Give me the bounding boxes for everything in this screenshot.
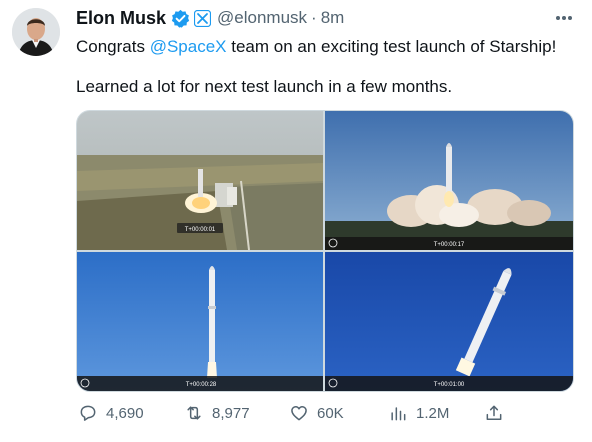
frame-3-timer: T+00:00:28 <box>186 382 217 388</box>
x-affiliate-icon[interactable] <box>193 9 212 27</box>
frame-2-timer: T+00:00:17 <box>434 242 465 248</box>
retweet-icon <box>187 406 201 420</box>
retweet-button[interactable]: 8,977 <box>184 398 250 428</box>
views-button[interactable]: 1.2M <box>388 398 449 428</box>
reply-icon <box>80 405 96 421</box>
like-count: 60K <box>317 404 344 422</box>
frame-4-timer: T+00:01:00 <box>434 382 465 388</box>
reply-button[interactable]: 4,690 <box>78 398 144 428</box>
tweet-time[interactable]: 8m <box>321 8 345 28</box>
media-image-4[interactable]: T+00:01:00 <box>325 252 573 391</box>
retweet-count: 8,977 <box>212 404 250 422</box>
views-icon <box>391 407 406 421</box>
frame-1-timer: T+00:00:01 <box>185 227 216 233</box>
media-grid[interactable]: T+00:00:01 T+00:00:17 T+00:00:28 T+00:01… <box>76 110 574 392</box>
views-count: 1.2M <box>416 404 450 422</box>
tweet-text-line-1: Congrats @SpaceX team on an exciting tes… <box>76 36 556 58</box>
tweet-text-line-2: Learned a lot for next test launch in a … <box>76 77 453 96</box>
more-icon[interactable] <box>550 6 578 30</box>
avatar[interactable] <box>12 8 60 56</box>
media-image-1[interactable]: T+00:00:01 <box>77 111 323 250</box>
reply-count: 4,690 <box>106 404 144 422</box>
mention-link[interactable]: @SpaceX <box>150 37 227 56</box>
text-prefix: Congrats <box>76 37 150 56</box>
like-button[interactable]: 60K <box>289 398 344 428</box>
tweet-actions: 4,690 8,977 60K 1.2M <box>76 398 506 428</box>
verified-badge-icon <box>171 9 190 28</box>
text-suffix: team on an exciting test launch of Stars… <box>226 37 557 56</box>
separator: · <box>311 8 317 27</box>
tweet-header: Elon Musk @elonmusk · 8m <box>76 6 344 30</box>
media-image-2[interactable]: T+00:00:17 <box>325 111 573 250</box>
author-handle[interactable]: @elonmusk <box>217 8 307 28</box>
share-button[interactable] <box>484 398 512 428</box>
share-icon <box>486 405 502 420</box>
heart-icon <box>291 406 307 421</box>
author-name[interactable]: Elon Musk <box>76 8 166 29</box>
media-image-3[interactable]: T+00:00:28 <box>77 252 323 391</box>
